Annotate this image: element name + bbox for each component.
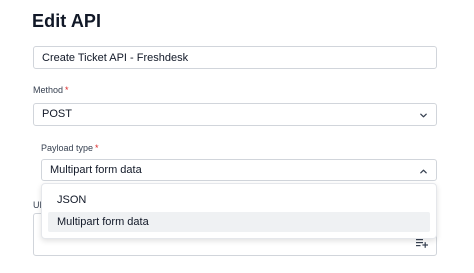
method-label-text: Method	[33, 85, 64, 95]
required-mark: *	[95, 143, 99, 153]
payload-type-label-text: Payload type	[41, 143, 94, 153]
payload-type-select[interactable]: Multipart form data	[41, 159, 437, 181]
payload-type-dropdown: JSON Multipart form data	[41, 183, 437, 239]
playlist-add-icon[interactable]	[416, 238, 428, 248]
payload-option-multipart[interactable]: Multipart form data	[48, 212, 430, 232]
required-mark: *	[65, 85, 69, 95]
payload-option-json[interactable]: JSON	[48, 190, 430, 210]
url-label: UR	[33, 200, 41, 210]
chevron-down-icon	[419, 111, 428, 120]
api-name-input[interactable]	[33, 46, 437, 69]
method-select[interactable]: POST	[33, 103, 437, 126]
page-title: Edit API	[32, 11, 102, 31]
chevron-up-icon	[419, 167, 428, 176]
method-select-value: POST	[42, 108, 72, 120]
payload-type-label: Payload type *	[41, 143, 99, 153]
method-label: Method *	[33, 85, 69, 95]
payload-type-select-value: Multipart form data	[50, 164, 142, 176]
